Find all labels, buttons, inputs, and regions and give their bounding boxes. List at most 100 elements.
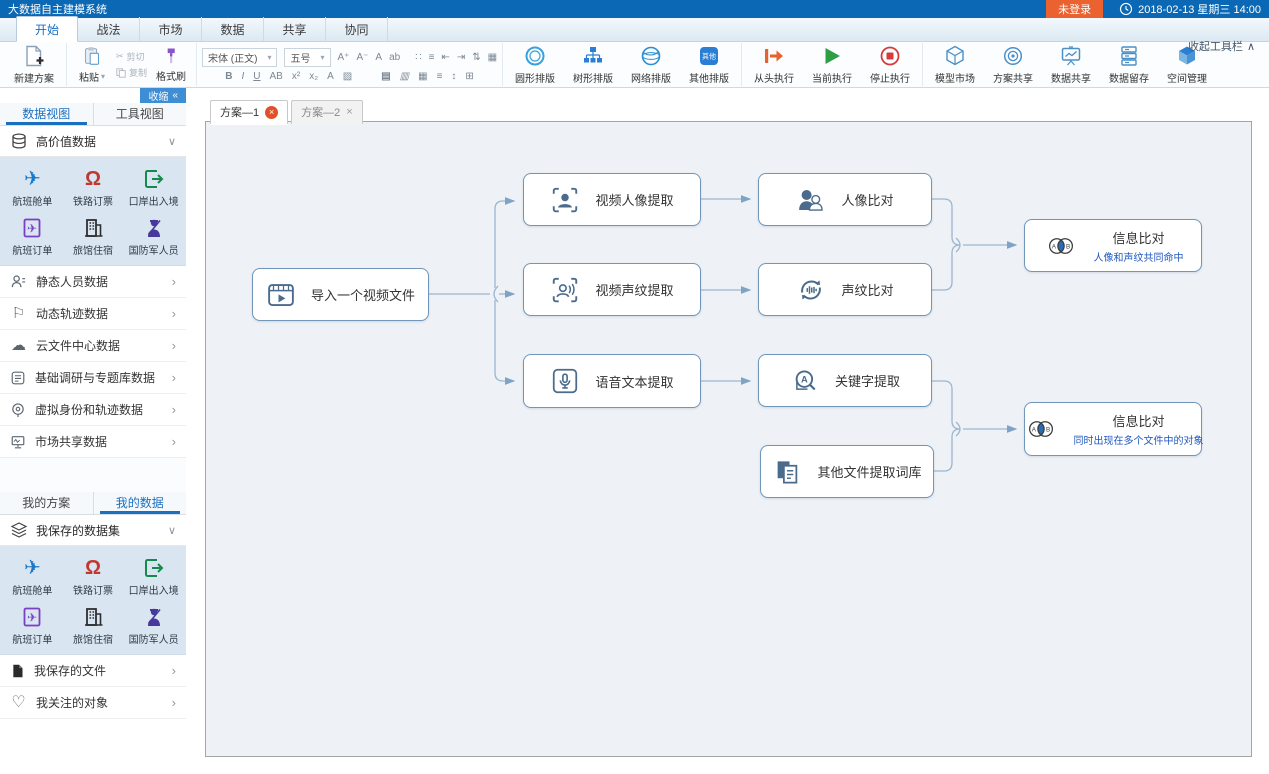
dataset-rail-ticket[interactable]: Ω铁路订票 <box>63 165 124 208</box>
collapse-toolbar-button[interactable]: 收起工具栏∧ <box>1188 38 1255 54</box>
format-glyph[interactable]: A <box>327 71 334 82</box>
close-tab-icon[interactable]: × <box>346 106 352 118</box>
format-glyph[interactable]: ≡ <box>437 71 443 82</box>
font-family-select[interactable]: 宋体 (正文)▾ <box>202 48 277 67</box>
circle-layout-button[interactable]: 圆形排版 <box>508 43 562 86</box>
sidebar-item-saved-files[interactable]: 我保存的文件› <box>0 655 186 687</box>
other-layout-button[interactable]: 其他 其他排版 <box>682 43 736 86</box>
paste-label: 粘贴 <box>79 69 99 84</box>
flow-node-other-files-lexicon[interactable]: 其他文件提取词库 <box>760 445 934 498</box>
flow-node-video-face-extract[interactable]: 视频人像提取 <box>523 173 701 226</box>
network-layout-icon <box>639 44 663 68</box>
format-glyph[interactable]: ab <box>389 52 400 63</box>
dataset-military-personnel[interactable]: 国防军人员 <box>123 603 184 646</box>
model-market-button[interactable]: 模型市场 <box>928 43 982 86</box>
sidebar-item-virtual-identity-data[interactable]: 虚拟身份和轨迹数据› <box>0 394 186 426</box>
dataset-rail-ticket[interactable]: Ω铁路订票 <box>63 554 124 597</box>
sidebar-item-cloud-file-data[interactable]: ☁ 云文件中心数据› <box>0 330 186 362</box>
menu-tab[interactable]: 市场 <box>140 17 202 41</box>
stop-exec-button[interactable]: 停止执行 <box>863 43 917 86</box>
dataset-hotel-stay[interactable]: 旅馆住宿 <box>63 214 124 257</box>
flow-node-video-voiceprint-extract[interactable]: 视频声纹提取 <box>523 263 701 316</box>
login-status-badge[interactable]: 未登录 <box>1046 0 1103 18</box>
plan-share-button[interactable]: 方案共享 <box>986 43 1040 86</box>
sidebar-item-followed-objects[interactable]: ♡ 我关注的对象› <box>0 687 186 719</box>
dataset-hotel-stay[interactable]: 旅馆住宿 <box>63 603 124 646</box>
format-glyph[interactable]: ▤ <box>381 71 390 82</box>
format-glyph[interactable]: x² <box>292 71 300 82</box>
tab-my-data[interactable]: 我的数据 <box>93 492 187 514</box>
ribbon-group-clipboard: 粘贴▾ ✂剪切 复制 格式刷 <box>67 43 197 86</box>
menu-tab[interactable]: 协同 <box>326 17 388 41</box>
menu-tab[interactable]: 数据 <box>202 17 264 41</box>
format-glyph[interactable]: U <box>253 71 260 82</box>
copy-button[interactable]: 复制 <box>116 66 147 79</box>
flow-canvas[interactable]: 导入一个视频文件 视频人像提取 视频声纹提取 语音文本提取 人像比对 声纹比对 … <box>205 121 1252 757</box>
format-glyph[interactable]: I <box>241 71 244 82</box>
section-high-value-data[interactable]: 高价值数据 ∨ <box>0 126 186 157</box>
format-glyph[interactable]: ↕ <box>451 71 456 82</box>
plan-tab-2[interactable]: 方案—2 × <box>291 100 363 124</box>
tab-tool-view[interactable]: 工具视图 <box>93 103 187 125</box>
dataset-flight-manifest[interactable]: ✈航班舱单 <box>2 165 63 208</box>
format-glyph[interactable]: A <box>375 52 382 63</box>
sidebar-item-label: 静态人员数据 <box>36 273 108 290</box>
format-painter-button[interactable]: 格式刷 <box>151 45 191 84</box>
sidebar-item-research-library-data[interactable]: 基础调研与专题库数据› <box>0 362 186 394</box>
close-tab-icon[interactable]: × <box>265 106 278 119</box>
dataset-flight-order[interactable]: 航班订单 <box>2 603 63 646</box>
flow-node-face-compare[interactable]: 人像比对 <box>758 173 932 226</box>
section-saved-datasets[interactable]: 我保存的数据集 ∨ <box>0 515 186 546</box>
flow-node-info-compare-2[interactable]: AB 信息比对 同时出现在多个文件中的对象 <box>1024 402 1202 456</box>
dataset-military-personnel[interactable]: 国防军人员 <box>123 214 184 257</box>
paste-button[interactable]: 粘贴▾ <box>72 44 112 85</box>
sidebar-item-static-person-data[interactable]: 静态人员数据› <box>0 266 186 298</box>
new-document-icon <box>22 44 46 68</box>
format-glyph[interactable]: B <box>225 71 232 82</box>
format-glyph[interactable]: ▥ <box>400 71 409 82</box>
format-glyph[interactable]: ⇥ <box>457 52 465 63</box>
dataset-flight-order[interactable]: 航班订单 <box>2 214 63 257</box>
format-glyph[interactable]: A⁺ <box>338 52 350 63</box>
menu-tab[interactable]: 共享 <box>264 17 326 41</box>
cut-button[interactable]: ✂剪切 <box>116 50 147 63</box>
menu-tab[interactable]: 开始 <box>16 16 78 42</box>
format-glyph[interactable]: ▦ <box>418 71 427 82</box>
data-retention-button[interactable]: 数据留存 <box>1102 43 1156 86</box>
flow-node-voiceprint-compare[interactable]: 声纹比对 <box>758 263 932 316</box>
font-size-select[interactable]: 五号▾ <box>284 48 330 67</box>
format-glyph[interactable]: ≡ <box>429 52 435 63</box>
sidebar-item-dynamic-track-data[interactable]: ⚐ 动态轨迹数据› <box>0 298 186 330</box>
format-glyph[interactable]: A⁻ <box>356 52 368 63</box>
plan-tab-1[interactable]: 方案—1 × <box>210 100 288 124</box>
run-from-start-button[interactable]: 从头执行 <box>747 43 801 86</box>
sidebar-collapse-button[interactable]: 收缩« <box>140 88 186 103</box>
flow-node-speech-to-text[interactable]: 语音文本提取 <box>523 354 701 408</box>
format-glyph[interactable]: ⊞ <box>465 71 473 82</box>
menu-tab[interactable]: 战法 <box>78 17 140 41</box>
dataset-label: 航班订单 <box>12 631 52 646</box>
tab-my-plans[interactable]: 我的方案 <box>0 492 93 514</box>
stop-icon <box>878 44 902 68</box>
data-share-button[interactable]: 数据共享 <box>1044 43 1098 86</box>
format-glyph[interactable]: x₂ <box>309 71 318 82</box>
format-glyph[interactable]: ⇅ <box>472 52 480 63</box>
run-current-button[interactable]: 当前执行 <box>805 43 859 86</box>
format-glyph[interactable]: ∷ <box>415 52 421 63</box>
tree-layout-button[interactable]: 树形排版 <box>566 43 620 86</box>
format-glyph[interactable]: AB <box>270 71 283 82</box>
flow-node-keyword-extract[interactable]: A 关键字提取 <box>758 354 932 407</box>
tab-data-view[interactable]: 数据视图 <box>0 103 93 125</box>
chevron-right-icon: › <box>172 370 176 385</box>
format-glyph[interactable]: ▦ <box>488 52 497 63</box>
dataset-border-entry[interactable]: 口岸出入境 <box>123 165 184 208</box>
format-glyph[interactable]: ⇤ <box>441 52 449 63</box>
dataset-border-entry[interactable]: 口岸出入境 <box>123 554 184 597</box>
dataset-flight-manifest[interactable]: ✈航班舱单 <box>2 554 63 597</box>
sidebar-item-market-shared-data[interactable]: 市场共享数据› <box>0 426 186 458</box>
format-glyph[interactable]: ▨ <box>343 71 352 82</box>
flow-node-info-compare-1[interactable]: AB 信息比对 人像和声纹共同命中 <box>1024 219 1202 272</box>
new-plan-button[interactable]: 新建方案 <box>7 43 61 86</box>
flow-node-import-video[interactable]: 导入一个视频文件 <box>252 268 429 321</box>
network-layout-button[interactable]: 网络排版 <box>624 43 678 86</box>
